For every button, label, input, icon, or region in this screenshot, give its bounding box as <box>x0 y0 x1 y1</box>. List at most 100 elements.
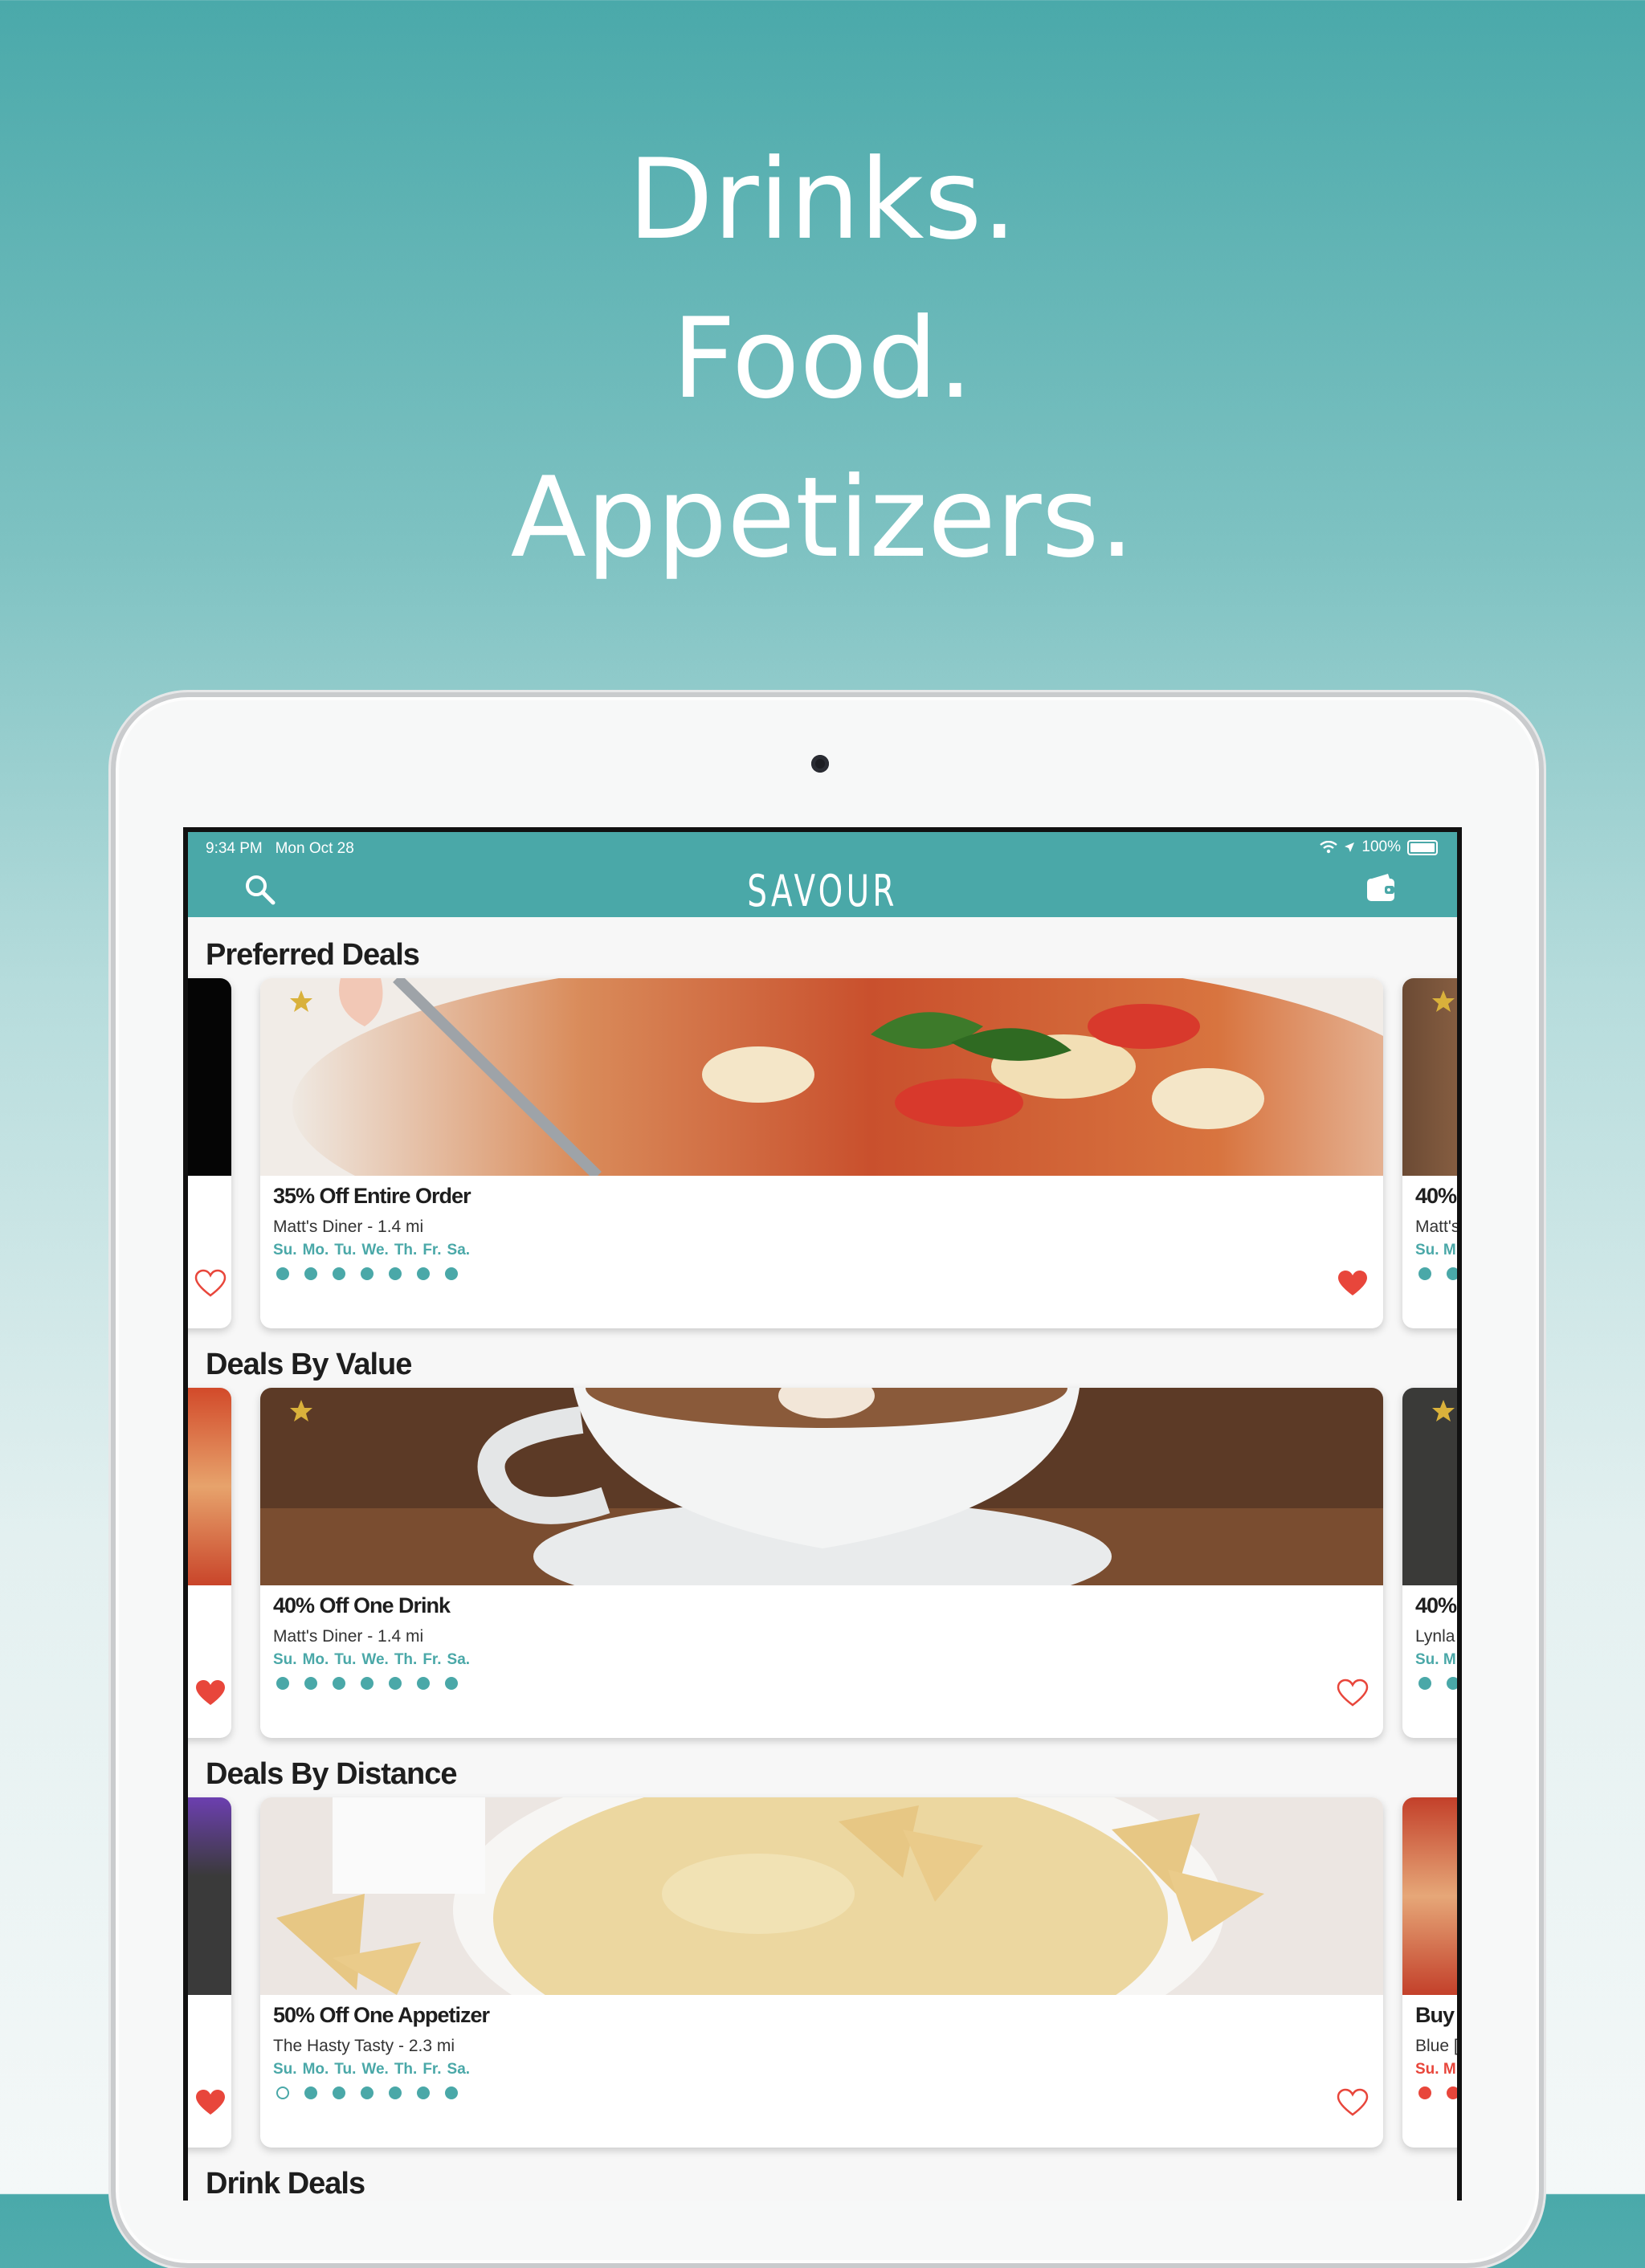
day-dot <box>445 2086 458 2099</box>
day-dot <box>445 1677 458 1690</box>
day-dot <box>304 2086 317 2099</box>
deal-card-partial-left[interactable] <box>188 1388 231 1738</box>
wifi-icon <box>1320 841 1338 854</box>
deal-image <box>188 978 231 1176</box>
heart-filled-icon[interactable] <box>194 2088 227 2117</box>
section-title-drink-deals: Drink Deals <box>206 2167 365 2201</box>
star-icon <box>290 1400 312 1422</box>
day-label: Th. <box>394 1651 418 1668</box>
heart-filled-icon[interactable] <box>1337 1269 1369 1298</box>
deal-card-partial-right[interactable]: 40% Lynla Su. M <box>1402 1388 1457 1738</box>
coffee-image <box>260 1388 1383 1585</box>
day-label: Tu. <box>334 2061 357 2078</box>
day-dot <box>304 1677 317 1690</box>
headline-appetizers: Appetizers. <box>510 453 1135 582</box>
location-arrow-icon <box>1345 842 1355 852</box>
day-dot <box>333 2086 345 2099</box>
status-time: 9:34 PM Mon Oct 28 <box>206 840 354 858</box>
day-dot <box>445 1267 458 1280</box>
weekday-labels: Su. Mo. Tu. We. Th. Fr. Sa. <box>273 1651 476 1669</box>
day-dot <box>389 1267 402 1280</box>
weekday-labels: Su. Mo. Tu. We. Th. Fr. Sa. <box>273 2061 476 2078</box>
day-label: Sa. <box>447 1242 471 1258</box>
dip-chips-image <box>260 1797 1383 1995</box>
day-label: Mo. <box>302 1242 329 1258</box>
day-label: Fr. <box>422 2061 442 2078</box>
day-label: Th. <box>394 1242 418 1258</box>
deal-restaurant: Lynla <box>1415 1627 1455 1646</box>
top-nav-bar: 9:34 PM Mon Oct 28 100% SAVOUR <box>188 832 1457 917</box>
heart-outline-icon[interactable] <box>1337 1679 1369 1707</box>
day-dot <box>333 1267 345 1280</box>
deal-restaurant: Matt's <box>1415 1218 1457 1236</box>
section-title-deals-by-distance: Deals By Distance <box>206 1757 457 1791</box>
deal-restaurant: Matt's Diner - 1.4 mi <box>273 1218 424 1236</box>
day-dot <box>1418 2086 1431 2099</box>
section-title-deals-by-value: Deals By Value <box>206 1348 412 1381</box>
status-indicators: 100% <box>1320 838 1438 856</box>
deal-image <box>188 1797 231 1995</box>
front-camera <box>811 755 829 773</box>
deal-card[interactable]: 50% Off One Appetizer The Hasty Tasty - … <box>260 1797 1383 2148</box>
day-dot <box>276 1677 289 1690</box>
availability-dots <box>1418 1267 1457 1280</box>
day-dot <box>361 1267 373 1280</box>
star-icon <box>1432 1400 1455 1422</box>
day-dot <box>417 1267 430 1280</box>
star-icon <box>1432 990 1455 1012</box>
heart-filled-icon[interactable] <box>194 1679 227 1707</box>
day-label: Mo. <box>302 2061 329 2078</box>
deal-card-partial-left[interactable] <box>188 978 231 1328</box>
day-dot <box>333 1677 345 1690</box>
day-label: Su. <box>273 1651 297 1668</box>
day-label: Th. <box>394 2061 418 2078</box>
wallet-icon[interactable] <box>1365 872 1398 904</box>
day-label: Tu. <box>334 1242 357 1258</box>
status-date: Mon Oct 28 <box>275 840 354 857</box>
headline-food: Food. <box>671 294 974 423</box>
day-label: Su. <box>273 1242 297 1258</box>
day-dot <box>276 2086 289 2099</box>
deal-title: 50% Off One Appetizer <box>273 2003 490 2027</box>
day-dot <box>304 1267 317 1280</box>
availability-dots <box>1418 2086 1457 2099</box>
day-label: Sa. <box>447 1651 471 1668</box>
deal-card[interactable]: 35% Off Entire Order Matt's Diner - 1.4 … <box>260 978 1383 1328</box>
day-label: Sa. <box>447 2061 471 2078</box>
status-clock: 9:34 PM <box>206 840 263 857</box>
day-dot <box>1447 2086 1457 2099</box>
heart-outline-icon[interactable] <box>194 1269 227 1298</box>
deal-title: 40% <box>1415 1593 1457 1617</box>
day-label: Fr. <box>422 1651 442 1668</box>
battery-percent: 100% <box>1361 838 1401 855</box>
weekday-labels: Su. M <box>1415 1651 1456 1668</box>
deal-restaurant: Matt's Diner - 1.4 mi <box>273 1627 424 1646</box>
deal-title: 40% Off One Drink <box>273 1593 451 1617</box>
availability-dots <box>276 1267 458 1280</box>
star-icon <box>290 990 312 1012</box>
deal-restaurant: The Hasty Tasty - 2.3 mi <box>273 2037 455 2055</box>
deal-card-partial-left[interactable] <box>188 1797 231 2148</box>
headline-drinks: Drinks. <box>627 135 1018 264</box>
deal-title: 35% Off Entire Order <box>273 1184 471 1208</box>
day-dot <box>361 2086 373 2099</box>
day-label: Tu. <box>334 1651 357 1668</box>
search-icon[interactable] <box>244 874 276 906</box>
weekday-labels: Su. Mo. Tu. We. Th. Fr. Sa. <box>273 1242 476 1259</box>
availability-dots <box>276 1677 458 1690</box>
deal-card-partial-right[interactable]: 40% Matt's Su. M <box>1402 978 1457 1328</box>
deal-card[interactable]: 40% Off One Drink Matt's Diner - 1.4 mi … <box>260 1388 1383 1738</box>
day-dot <box>417 2086 430 2099</box>
day-dot <box>1418 1267 1431 1280</box>
deal-image <box>188 1388 231 1585</box>
deal-title: Buy <box>1415 2003 1455 2027</box>
availability-dots <box>1418 1677 1457 1690</box>
heart-outline-icon[interactable] <box>1337 2088 1369 2117</box>
day-dot <box>389 2086 402 2099</box>
app-screen: 9:34 PM Mon Oct 28 100% SAVOUR Preferred… <box>188 832 1457 2201</box>
weekday-labels: Su. M <box>1415 1242 1456 1258</box>
day-label: We. <box>361 1651 389 1668</box>
day-dot <box>389 1677 402 1690</box>
tablet-screen: 9:34 PM Mon Oct 28 100% SAVOUR Preferred… <box>183 827 1462 2201</box>
deal-card-partial-right[interactable]: Buy Blue [ Su. M <box>1402 1797 1457 2148</box>
